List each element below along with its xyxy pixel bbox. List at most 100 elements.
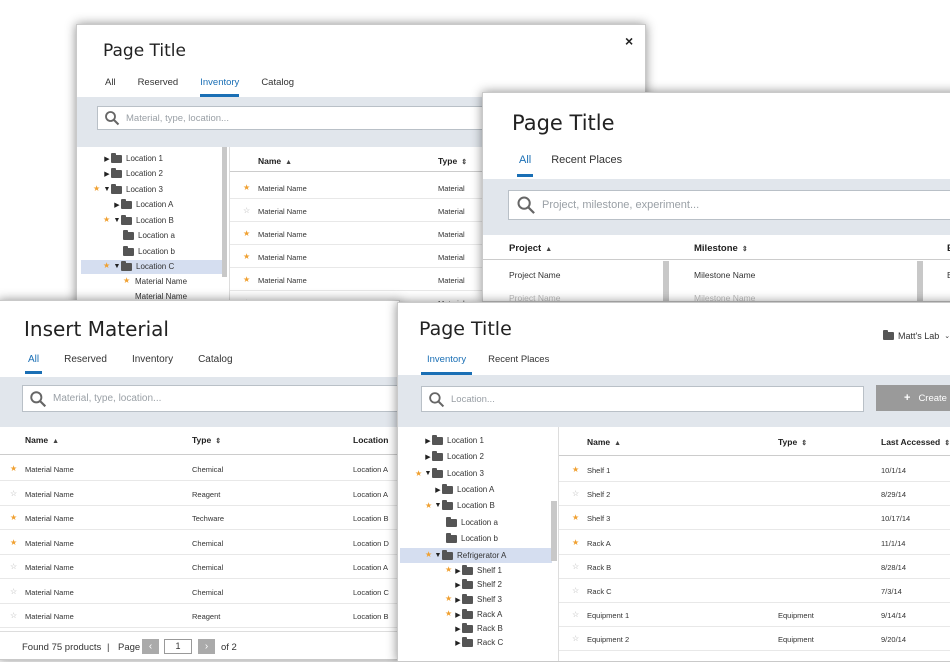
star-icon[interactable]: ★: [445, 609, 452, 618]
column-header-last-accessed[interactable]: Last Accessed ⇕: [881, 437, 950, 447]
column-header-type[interactable]: Type ⇕: [192, 435, 221, 445]
star-icon[interactable]: ☆: [10, 587, 17, 596]
milestone-name-cell[interactable]: Milestone Name: [694, 270, 755, 280]
project-name-cell[interactable]: Project Name: [509, 293, 561, 301]
tab-inventory[interactable]: Inventory: [200, 77, 240, 97]
tab-reserved[interactable]: Reserved: [138, 77, 179, 97]
table-row[interactable]: ☆ Material Name Chemical Location C: [0, 580, 399, 604]
tree-node[interactable]: ▶ Location 1: [103, 152, 163, 163]
tree-scrollbar[interactable]: [551, 501, 557, 561]
star-icon[interactable]: ★: [415, 469, 422, 478]
star-icon[interactable]: ★: [445, 565, 452, 574]
star-icon[interactable]: ★: [243, 229, 250, 238]
tab-all[interactable]: All: [105, 77, 116, 97]
close-icon[interactable]: ×: [625, 33, 633, 49]
table-row[interactable]: ☆ Material Name Reagent Location A: [0, 482, 399, 506]
tree-node[interactable]: ▼ Location 3: [103, 183, 163, 194]
tree-node[interactable]: ▶ Rack B: [454, 622, 503, 633]
column-header-name[interactable]: Name ▲: [587, 437, 621, 447]
star-icon[interactable]: ★: [425, 550, 432, 559]
column-header-name[interactable]: Name ▲: [25, 435, 59, 445]
star-icon[interactable]: ★: [445, 594, 452, 603]
table-row[interactable]: ☆ Rack C 7/3/14: [559, 579, 950, 603]
star-icon[interactable]: ★: [243, 183, 250, 192]
tree-node[interactable]: ▶ Location A: [113, 198, 173, 209]
tree-node[interactable]: Location a: [123, 229, 175, 240]
star-icon[interactable]: ☆: [572, 562, 579, 571]
project-name-cell[interactable]: Project Name: [509, 270, 561, 280]
column-header-project[interactable]: Project ▲: [509, 243, 552, 254]
tab-recent-places[interactable]: Recent Places: [488, 354, 549, 375]
star-icon[interactable]: ★: [103, 261, 110, 270]
star-icon[interactable]: ★: [123, 276, 130, 285]
tree-node[interactable]: ▶ Location A: [434, 483, 494, 494]
table-row[interactable]: ☆ Rack B 8/28/14: [559, 555, 950, 579]
tree-node[interactable]: Location b: [446, 532, 498, 543]
next-page-button[interactable]: ›: [198, 639, 215, 654]
tab-reserved[interactable]: Reserved: [64, 354, 107, 374]
prev-page-button[interactable]: ‹: [142, 639, 159, 654]
tree-node[interactable]: Location a: [446, 516, 498, 527]
column-header-type[interactable]: Type ⇕: [778, 437, 807, 447]
tree-node[interactable]: ▼ Location C: [113, 260, 174, 271]
column-scrollbar[interactable]: [663, 261, 669, 301]
search-input[interactable]: Material, type, location...: [22, 385, 399, 412]
star-icon[interactable]: ★: [572, 513, 579, 522]
tab-all[interactable]: All: [517, 154, 534, 177]
tab-catalog[interactable]: Catalog: [198, 354, 232, 374]
tree-node[interactable]: ▼ Location B: [434, 499, 495, 510]
tree-node[interactable]: ▶ Shelf 1: [454, 564, 502, 575]
star-icon[interactable]: ★: [243, 252, 250, 261]
column-scrollbar[interactable]: [917, 261, 923, 301]
column-header-location[interactable]: Location: [353, 435, 388, 445]
tree-node[interactable]: ▶ Rack A: [454, 608, 502, 619]
table-row[interactable]: ☆ Equipment 1 Equipment 9/14/14: [559, 603, 950, 628]
star-icon[interactable]: ★: [103, 215, 110, 224]
star-icon[interactable]: ☆: [572, 634, 579, 643]
search-input[interactable]: Material, type, location...: [97, 106, 537, 130]
star-icon[interactable]: ☆: [572, 489, 579, 498]
tree-node[interactable]: ▶ Location 2: [424, 450, 484, 461]
star-icon[interactable]: ★: [10, 464, 17, 473]
column-header-name[interactable]: Name ▲: [258, 156, 292, 166]
tree-node[interactable]: ▶ Shelf 2: [454, 578, 502, 589]
star-icon[interactable]: ★: [10, 513, 17, 522]
table-row[interactable]: ☆ Equipment 2 Equipment 9/20/14: [559, 627, 950, 652]
star-icon[interactable]: ☆: [572, 610, 579, 619]
star-icon[interactable]: ☆: [10, 489, 17, 498]
table-row[interactable]: ★ Rack A 11/1/14: [559, 531, 950, 555]
milestone-name-cell[interactable]: Milestone Name: [694, 293, 755, 301]
table-row[interactable]: ★ Material Name Techware Location B: [0, 506, 399, 530]
search-input[interactable]: Location...: [421, 386, 864, 412]
table-row[interactable]: ★ Shelf 1 10/1/14: [559, 458, 950, 482]
tree-node[interactable]: ▼ Location 3: [424, 467, 484, 478]
tree-node[interactable]: ▼ Refrigerator A: [434, 549, 506, 560]
star-icon[interactable]: ★: [93, 184, 100, 193]
tree-node[interactable]: ▶ Shelf 3: [454, 593, 502, 604]
tab-recent-places[interactable]: Recent Places: [551, 154, 622, 177]
column-header-milestone[interactable]: Milestone ⇕: [694, 243, 748, 254]
table-row[interactable]: ☆ Material Name Reagent Location B: [0, 604, 399, 628]
search-input[interactable]: Project, milestone, experiment...: [508, 190, 950, 220]
tree-node[interactable]: Location b: [123, 245, 175, 256]
tab-all[interactable]: All: [25, 354, 43, 374]
star-icon[interactable]: ★: [10, 538, 17, 547]
table-row[interactable]: ☆ Shelf 2 8/29/14: [559, 482, 950, 507]
star-icon[interactable]: ☆: [572, 586, 579, 595]
tree-leaf[interactable]: Material Name: [135, 277, 187, 286]
tab-catalog[interactable]: Catalog: [261, 77, 294, 97]
star-icon[interactable]: ★: [425, 501, 432, 510]
star-icon[interactable]: ☆: [243, 206, 250, 215]
tab-inventory[interactable]: Inventory: [132, 354, 173, 374]
tree-node[interactable]: ▶ Rack C: [454, 636, 503, 647]
star-icon[interactable]: ★: [243, 275, 250, 284]
tree-scrollbar[interactable]: [222, 147, 227, 277]
tab-inventory[interactable]: Inventory: [421, 354, 473, 375]
tree-node[interactable]: ▼ Location B: [113, 214, 174, 225]
star-icon[interactable]: ★: [572, 538, 579, 547]
table-row[interactable]: ★ Shelf 3 10/17/14: [559, 506, 950, 531]
star-icon[interactable]: ★: [572, 465, 579, 474]
star-icon[interactable]: ☆: [10, 562, 17, 571]
page-number-input[interactable]: 1: [164, 639, 192, 654]
lab-selector[interactable]: Matt's Lab ⌄: [883, 330, 950, 341]
